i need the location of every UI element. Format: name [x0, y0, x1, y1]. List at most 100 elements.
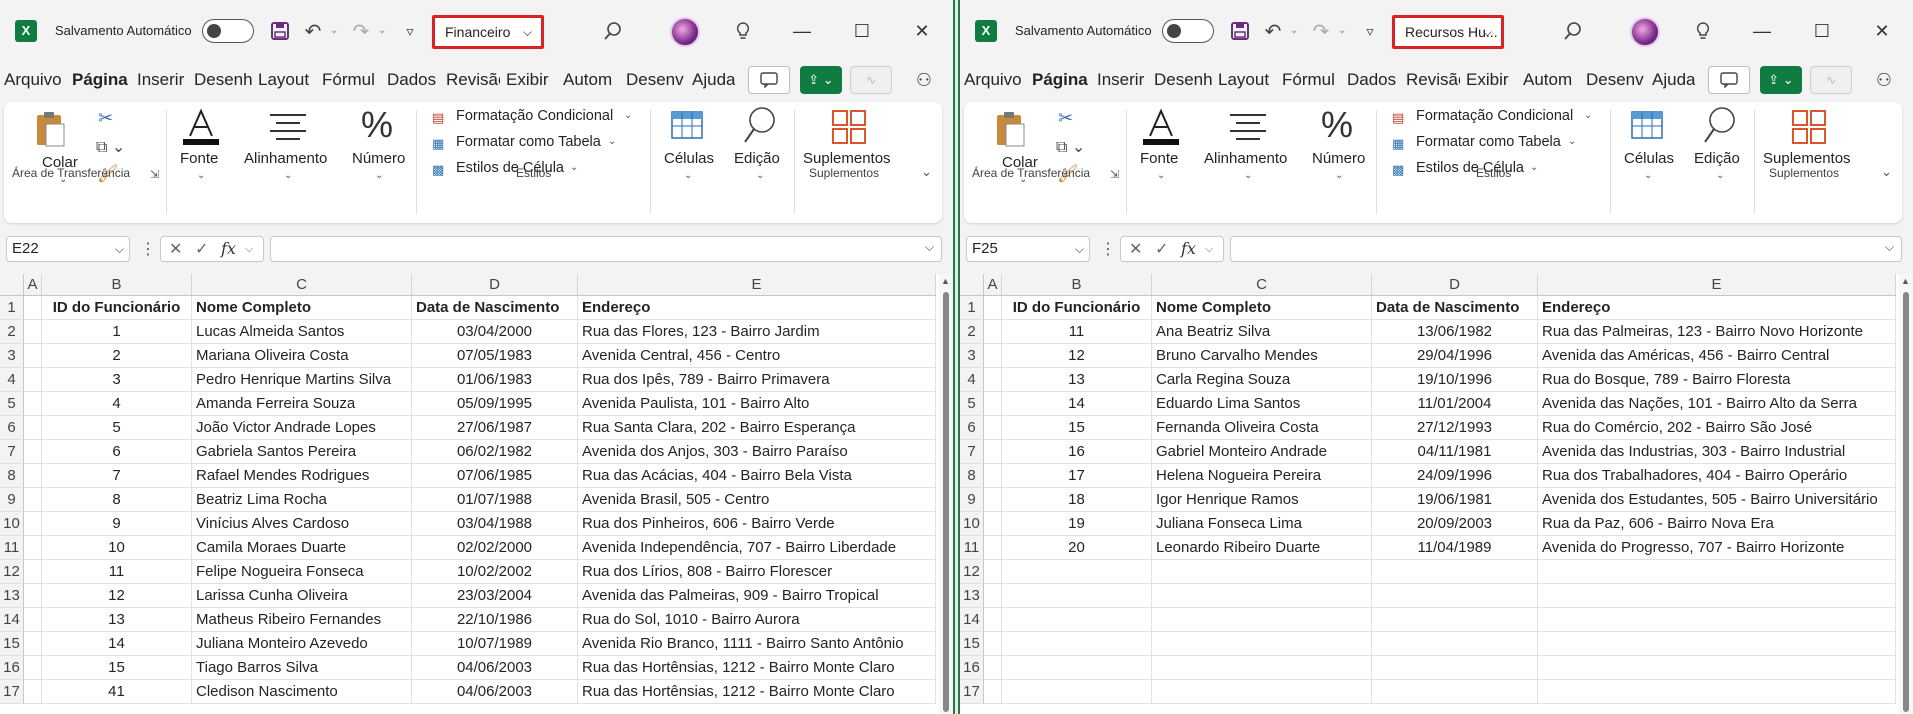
- tab-9[interactable]: Autom: [1523, 70, 1572, 90]
- table-cell[interactable]: Leonardo Ribeiro Duarte: [1152, 536, 1372, 560]
- column-header[interactable]: A: [24, 274, 42, 296]
- table-cell[interactable]: Rua das Flores, 123 - Bairro Jardim: [578, 320, 936, 344]
- column-header[interactable]: D: [1372, 274, 1538, 296]
- scrollbar-thumb[interactable]: [943, 292, 949, 712]
- table-cell[interactable]: Endereço: [1538, 296, 1896, 320]
- row-header[interactable]: 8: [960, 464, 984, 488]
- table-cell[interactable]: Bruno Carvalho Mendes: [1152, 344, 1372, 368]
- table-cell[interactable]: [1002, 680, 1152, 704]
- redo-dropdown-icon[interactable]: ⌄: [378, 25, 386, 36]
- row-header[interactable]: 3: [960, 344, 984, 368]
- table-cell[interactable]: Avenida Independência, 707 - Bairro Libe…: [578, 536, 936, 560]
- cells-dropdown-icon[interactable]: ⌄: [684, 170, 692, 181]
- addins-icon[interactable]: [830, 108, 868, 146]
- table-cell[interactable]: [1152, 656, 1372, 680]
- number-format-icon[interactable]: %: [1321, 104, 1353, 146]
- chevron-down-icon[interactable]: ⌵: [1205, 243, 1213, 256]
- row-header[interactable]: 15: [0, 632, 24, 656]
- table-cell[interactable]: [984, 464, 1002, 488]
- table-cell[interactable]: [1538, 680, 1896, 704]
- table-cell[interactable]: Rua dos Ipês, 789 - Bairro Primavera: [578, 368, 936, 392]
- table-cell[interactable]: [984, 632, 1002, 656]
- scroll-up-icon[interactable]: ▲: [1901, 276, 1910, 286]
- table-cell[interactable]: João Victor Andrade Lopes: [192, 416, 412, 440]
- table-cell[interactable]: [1152, 608, 1372, 632]
- row-header[interactable]: 12: [0, 560, 24, 584]
- number-dropdown-icon[interactable]: ⌄: [375, 170, 383, 181]
- table-cell[interactable]: 15: [42, 656, 192, 680]
- table-cell[interactable]: 8: [42, 488, 192, 512]
- editing-dropdown-icon[interactable]: ⌄: [1716, 170, 1724, 181]
- column-header[interactable]: B: [42, 274, 192, 296]
- table-cell[interactable]: 04/11/1981: [1372, 440, 1538, 464]
- table-cell[interactable]: Matheus Ribeiro Fernandes: [192, 608, 412, 632]
- table-cell[interactable]: [24, 632, 42, 656]
- tab-8[interactable]: Exibir: [1466, 70, 1509, 90]
- table-cell[interactable]: Gabriel Monteiro Andrade: [1152, 440, 1372, 464]
- table-cell[interactable]: [24, 488, 42, 512]
- table-cell[interactable]: [24, 440, 42, 464]
- column-header[interactable]: B: [1002, 274, 1152, 296]
- lightbulb-icon[interactable]: [730, 18, 756, 44]
- table-cell[interactable]: 03/04/2000: [412, 320, 578, 344]
- table-cell[interactable]: [24, 464, 42, 488]
- person-feedback-icon[interactable]: ⚇: [912, 68, 936, 92]
- ribbon-options-icon[interactable]: ⌄: [1881, 164, 1892, 180]
- copy-icon[interactable]: ⧉ ⌄: [1056, 137, 1085, 157]
- table-cell[interactable]: Ana Beatriz Silva: [1152, 320, 1372, 344]
- table-cell[interactable]: [24, 680, 42, 704]
- table-cell[interactable]: 3: [42, 368, 192, 392]
- table-cell[interactable]: Data de Nascimento: [1372, 296, 1538, 320]
- table-cell[interactable]: 15: [1002, 416, 1152, 440]
- tab-1[interactable]: Página: [72, 70, 128, 90]
- vertical-scrollbar[interactable]: ▲: [1899, 274, 1913, 714]
- table-cell[interactable]: 19/06/1981: [1372, 488, 1538, 512]
- table-cell[interactable]: [1372, 656, 1538, 680]
- row-header[interactable]: 16: [960, 656, 984, 680]
- more-options-icon[interactable]: ⋮: [140, 239, 156, 259]
- tab-5[interactable]: Fórmul: [1282, 70, 1335, 90]
- tab-1[interactable]: Página: [1032, 70, 1088, 90]
- tab-5[interactable]: Fórmul: [322, 70, 375, 90]
- name-box[interactable]: E22 ⌵: [6, 236, 130, 262]
- table-cell[interactable]: 04/06/2003: [412, 656, 578, 680]
- table-cell[interactable]: [1538, 584, 1896, 608]
- table-cell[interactable]: 27/06/1987: [412, 416, 578, 440]
- addins-icon[interactable]: [1790, 108, 1828, 146]
- table-cell[interactable]: 19/10/1996: [1372, 368, 1538, 392]
- avatar[interactable]: [670, 17, 700, 47]
- tab-10[interactable]: Desenv: [626, 70, 684, 90]
- format-as-table-button[interactable]: Formatar como Tabela: [1416, 134, 1561, 150]
- row-header[interactable]: 1: [0, 296, 24, 320]
- row-header[interactable]: 9: [960, 488, 984, 512]
- table-cell[interactable]: [1002, 560, 1152, 584]
- table-cell[interactable]: Avenida Rio Branco, 1111 - Bairro Santo …: [578, 632, 936, 656]
- table-cell[interactable]: Rua da Paz, 606 - Bairro Nova Era: [1538, 512, 1896, 536]
- table-cell[interactable]: [984, 656, 1002, 680]
- alignment-dropdown-icon[interactable]: ⌄: [284, 170, 292, 181]
- chevron-down-icon[interactable]: ⌄: [608, 136, 616, 147]
- editing-button[interactable]: Edição: [734, 150, 780, 167]
- tab-6[interactable]: Dados: [387, 70, 436, 90]
- row-header[interactable]: 10: [960, 512, 984, 536]
- table-cell[interactable]: 04/06/2003: [412, 680, 578, 704]
- cells-icon[interactable]: [1630, 108, 1664, 142]
- table-cell[interactable]: [984, 416, 1002, 440]
- table-cell[interactable]: [984, 296, 1002, 320]
- scrollbar-thumb[interactable]: [1903, 292, 1909, 712]
- row-header[interactable]: 7: [0, 440, 24, 464]
- column-header[interactable]: E: [578, 274, 936, 296]
- row-header[interactable]: 13: [0, 584, 24, 608]
- number-button[interactable]: Número: [1312, 150, 1365, 167]
- row-header[interactable]: 5: [0, 392, 24, 416]
- table-cell[interactable]: [1372, 608, 1538, 632]
- redo-icon[interactable]: ↷: [1308, 18, 1334, 44]
- customize-toolbar-icon[interactable]: ▿: [1357, 18, 1383, 44]
- insert-function-icon[interactable]: fx: [1181, 239, 1196, 258]
- table-cell[interactable]: Avenida das Nações, 101 - Bairro Alto da…: [1538, 392, 1896, 416]
- format-as-table-button[interactable]: Formatar como Tabela: [456, 134, 601, 150]
- table-cell[interactable]: 11: [42, 560, 192, 584]
- table-cell[interactable]: [984, 536, 1002, 560]
- tab-7[interactable]: Revisão: [446, 70, 500, 90]
- alignment-icon[interactable]: [268, 112, 308, 142]
